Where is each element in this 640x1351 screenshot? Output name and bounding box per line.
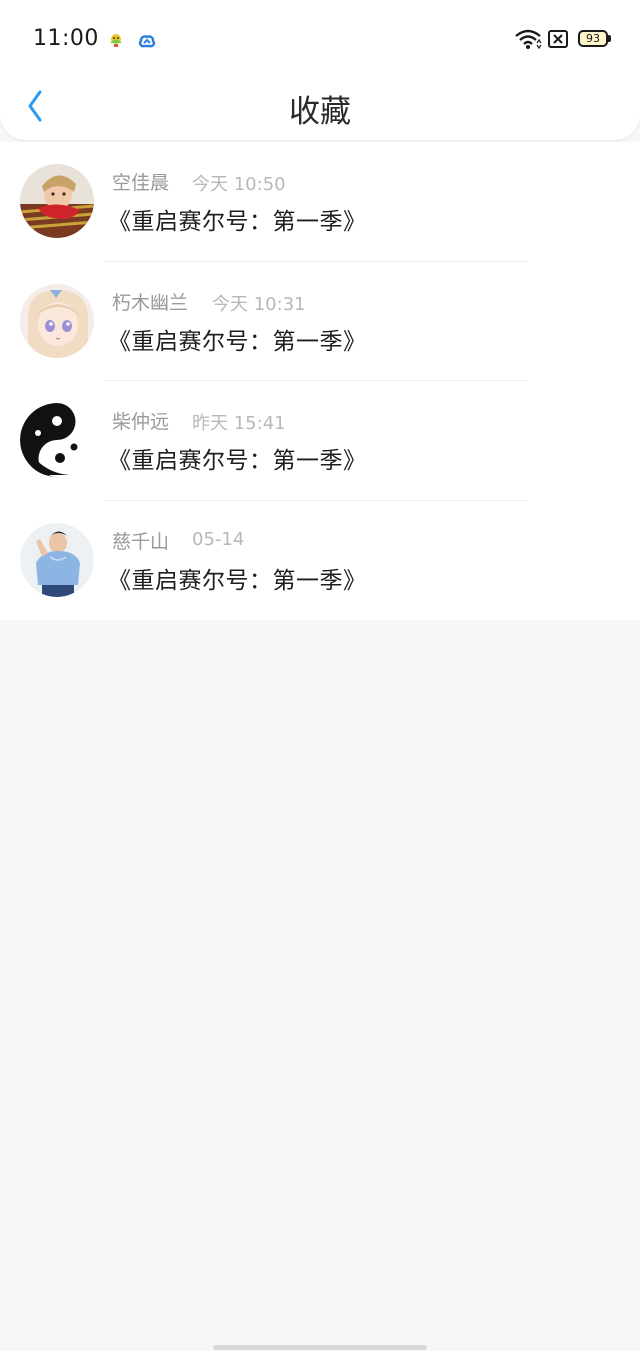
weather-icon	[110, 34, 122, 47]
battery-cap	[608, 35, 611, 42]
avatar-yin-yang-image	[20, 403, 94, 477]
header: 11:00 93 收藏	[0, 0, 640, 140]
list-item[interactable]: 朽木幽兰 今天 10:31 《重启赛尔号：第一季》	[0, 262, 640, 381]
item-time: 05-14	[192, 528, 245, 550]
item-title: 《重启赛尔号：第一季》	[108, 209, 367, 235]
avatar-woman-blue-shirt-image	[20, 522, 94, 597]
item-time: 今天 10:50	[192, 174, 286, 195]
list-item[interactable]: 空佳晨 今天 10:50 《重启赛尔号：第一季》	[0, 142, 640, 262]
item-name: 朽木幽兰	[112, 291, 189, 314]
page-title: 收藏	[289, 94, 351, 130]
item-name: 慈千山	[112, 530, 170, 553]
avatar	[20, 522, 94, 597]
status-bar: 11:00 93	[0, 0, 640, 80]
item-title: 《重启赛尔号：第一季》	[108, 448, 367, 474]
item-time: 今天 10:31	[212, 293, 306, 315]
list-item[interactable]: 慈千山 05-14 《重启赛尔号：第一季》	[0, 501, 640, 621]
avatar-anime-girl-image	[20, 283, 94, 358]
cloud-sync-icon	[138, 35, 156, 48]
avatar-woman-red-scarf-image	[20, 164, 94, 238]
item-name: 柴仲远	[112, 411, 170, 433]
item-title: 《重启赛尔号：第一季》	[108, 328, 367, 355]
item-title: 《重启赛尔号：第一季》	[108, 567, 367, 594]
avatar	[20, 403, 94, 477]
list-item[interactable]: 柴仲远 昨天 15:41 《重启赛尔号：第一季》	[0, 381, 640, 501]
sim-off-icon	[548, 30, 568, 48]
nav-bar: 收藏	[0, 80, 640, 138]
item-name: 空佳晨	[112, 172, 170, 194]
avatar	[20, 283, 94, 358]
favorites-page: 11:00 93 收藏 空佳晨 今天 10:50 《重启赛尔号：第一季》 朽木幽…	[0, 0, 640, 1351]
wifi-icon	[515, 29, 542, 50]
status-time: 11:00	[33, 26, 99, 51]
battery-level: 93	[586, 32, 600, 45]
favorites-list: 空佳晨 今天 10:50 《重启赛尔号：第一季》 朽木幽兰 今天 10:31 《…	[0, 142, 640, 620]
home-indicator[interactable]	[213, 1345, 427, 1350]
item-time: 昨天 15:41	[192, 413, 286, 434]
avatar	[20, 164, 94, 238]
battery-icon: 93	[578, 30, 608, 47]
